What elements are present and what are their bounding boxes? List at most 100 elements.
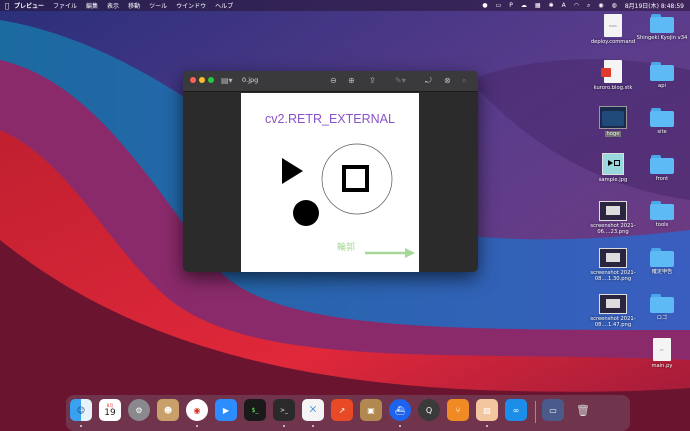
running-indicator [486,425,488,427]
preview-icon[interactable]: ▧ [476,399,498,421]
desktop-icon-kuroro[interactable]: kuroro.blog.stk [585,60,641,91]
screenshot-thumbnail-icon [599,248,627,268]
markup-icon[interactable]: ✎▾ [395,75,406,86]
annotate-icon[interactable]: ⊗ [444,75,451,86]
desktop-icon-sample[interactable]: sample.jpg [585,153,641,183]
close-button[interactable] [190,77,196,83]
sidebar-icon[interactable]: ▤▾ [221,75,233,86]
infinity-icon[interactable]: ∞ [505,399,527,421]
folder-icon [650,155,674,174]
running-indicator [283,425,285,427]
zoom-in-icon[interactable]: ⊕ [348,75,355,86]
screenshot-thumbnail-icon [599,201,627,221]
trash-icon[interactable]: 🗑 [572,399,594,421]
window-title: 0.jpg [242,76,259,84]
status-cloud-icon[interactable]: ☁ [521,2,527,9]
dock-divider [535,401,536,423]
menu-app-preview[interactable]: プレビュー [14,1,44,10]
menu-edit[interactable]: 編集 [86,1,98,10]
chrome-icon[interactable]: ◉ [186,399,208,421]
filled-circle [293,200,319,226]
desktop-icon-shingeki[interactable]: Shingeki Kyojin v34 [634,14,690,41]
menu-go[interactable]: 移動 [128,1,140,10]
file-icon: EXEC [604,14,622,37]
window-titlebar[interactable]: ▤▾ 0.jpg ⊖ ⊕ ⇪ ✎▾ ⤾ ⊗ ⌕ [183,71,478,92]
screenshot-icon[interactable]: ▭ [542,399,564,421]
instruments-icon[interactable]: ↗ [331,399,353,421]
calendar-icon[interactable]: 8月 19 [99,399,121,421]
status-battery-icon[interactable]: ▭ [496,2,502,9]
desktop-icon-api[interactable]: api [634,62,690,89]
python-file-icon: PY [653,338,671,361]
status-wifi-icon[interactable]: ◠ [574,2,579,9]
desktop-icon-screenshot-1[interactable]: screenshot 2021-06....23.png [585,201,641,235]
zoom-out-icon[interactable]: ⊖ [330,75,337,86]
folder-icon [650,201,674,220]
status-input-icon[interactable]: A [562,2,566,9]
menu-help[interactable]: ヘルプ [215,1,233,10]
menu-clock[interactable]: 8月19日(木) 8:48:59 [625,1,684,10]
desktop-icon-logo[interactable]: ロゴ [634,294,690,321]
menu-view[interactable]: 表示 [107,1,119,10]
desktop-icon-main-py[interactable]: PY main.py [634,338,690,369]
menu-file[interactable]: ファイル [53,1,77,10]
desktop-icon-front[interactable]: front [634,155,690,182]
terminal-alt-icon[interactable]: >_ [273,399,295,421]
folder-icon [650,14,674,33]
desktop-icon-screenshot-2[interactable]: screenshot 2021-08....1.30.png [585,248,641,282]
menu-tools[interactable]: ツール [149,1,167,10]
dock: ☺ 8月 19 ⚙ ☻ ◉ ▶ $_ >_ ⨉ ↗ ▣ ⛴ Q ⑂ ▧ ∞ ▭ … [66,395,630,431]
share-icon[interactable]: ⇪ [369,75,376,86]
zoom-icon[interactable]: ▶ [215,399,237,421]
desktop-icon-tools[interactable]: tools [634,201,690,228]
status-grid-icon[interactable]: ▦ [535,2,541,9]
rotate-icon[interactable]: ⤾ [425,75,432,86]
folder-icon [650,62,674,81]
desktop-icon-tax[interactable]: 確定申告 [634,248,690,275]
status-control-center-icon[interactable]: ◉ [598,2,603,9]
folder-icon [599,106,627,129]
running-indicator [399,425,401,427]
status-siri-icon[interactable]: ◍ [612,2,617,9]
folder-icon [650,108,674,127]
contour-circle [321,143,393,215]
status-circle-icon[interactable]: ● [482,2,487,9]
contour-label: 輪郭 [337,243,356,253]
image-thumbnail-icon [602,153,624,175]
fullscreen-button[interactable] [208,77,214,83]
sourcetree-icon[interactable]: ⑂ [447,399,469,421]
menu-bar:  プレビュー ファイル 編集 表示 移動 ツール ウインドウ ヘルプ ● ▭ … [0,0,690,11]
triangle-shape [282,158,303,184]
desktop-icon-hoge[interactable]: hoge [585,106,641,138]
menu-window[interactable]: ウインドウ [176,1,206,10]
finder-icon[interactable]: ☺ [70,399,92,421]
screenshot-thumbnail-icon [599,294,627,314]
desktop-icon-deploy[interactable]: EXEC deploy.command [585,14,641,45]
preview-window: ▤▾ 0.jpg ⊖ ⊕ ⇪ ✎▾ ⤾ ⊗ ⌕ cv2.RETR_EXTERNA… [183,71,478,272]
running-indicator [80,425,82,427]
desktop-icon-site[interactable]: site [634,108,690,135]
docker-icon[interactable]: ⛴ [389,399,411,421]
status-bluetooth-icon[interactable]: ✱ [549,2,554,9]
status-area: ● ▭ P ☁ ▦ ✱ A ◠ ⌕ ◉ ◍ 8月19日(木) 8:48:59 [474,0,684,11]
system-preferences-icon[interactable]: ⚙ [128,399,150,421]
folder-icon [650,294,674,313]
search-icon[interactable]: ⌕ [462,75,466,86]
status-search-icon[interactable]: ⌕ [587,2,590,10]
quicktime-icon[interactable]: Q [418,399,440,421]
minimize-button[interactable] [199,77,205,83]
archive-utility-icon[interactable]: ▣ [360,399,382,421]
apple-icon[interactable]:  [0,2,14,10]
folder-icon [650,248,674,267]
stk-file-icon [601,60,622,83]
running-indicator [196,425,198,427]
vscode-icon[interactable]: ⨉ [302,399,324,421]
square-shape [342,165,369,192]
status-p-icon[interactable]: P [509,2,513,9]
contacts-icon[interactable]: ☻ [157,399,179,421]
image-canvas[interactable]: cv2.RETR_EXTERNAL 輪郭 [241,93,419,272]
arrow-head [405,248,415,258]
desktop:  プレビュー ファイル 編集 表示 移動 ツール ウインドウ ヘルプ ● ▭ … [0,0,690,431]
terminal-icon[interactable]: $_ [244,399,266,421]
desktop-icon-screenshot-3[interactable]: screenshot 2021-08....1.47.png [585,294,641,328]
